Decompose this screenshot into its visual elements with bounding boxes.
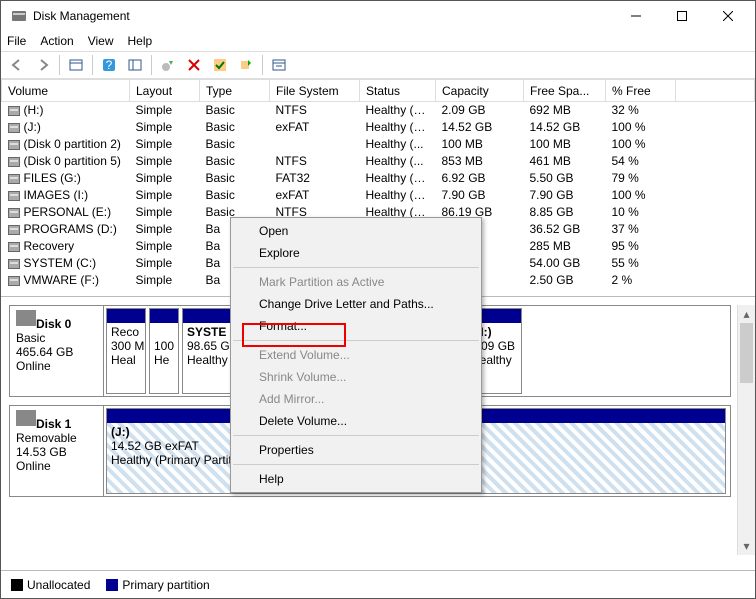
scrollbar[interactable]: ▴ ▾: [737, 305, 755, 555]
show-hide-button[interactable]: [64, 53, 88, 77]
check-button[interactable]: [208, 53, 232, 77]
menubar: File Action View Help: [1, 31, 755, 51]
table-row[interactable]: (Disk 0 partition 2)SimpleBasicHealthy (…: [2, 136, 755, 153]
partition[interactable]: Reco300 MHeal: [106, 308, 146, 394]
menu-item-shrink-volume: Shrink Volume...: [231, 366, 481, 388]
menu-item-extend-volume: Extend Volume...: [231, 344, 481, 366]
menu-item-format[interactable]: Format...: [231, 315, 481, 337]
legend-unallocated: Unallocated: [27, 578, 90, 592]
menu-item-help[interactable]: Help: [231, 468, 481, 490]
disk-label[interactable]: Disk 1Removable14.53 GBOnline: [10, 406, 104, 496]
volume-icon: [8, 191, 20, 201]
maximize-button[interactable]: [659, 1, 705, 31]
settings-button[interactable]: [123, 53, 147, 77]
volume-icon: [8, 140, 20, 150]
delete-button[interactable]: [182, 53, 206, 77]
menu-item-change-drive-letter-and-paths[interactable]: Change Drive Letter and Paths...: [231, 293, 481, 315]
help-button[interactable]: ?: [97, 53, 121, 77]
col-type[interactable]: Type: [200, 80, 270, 102]
volume-icon: [8, 208, 20, 218]
app-icon: [11, 8, 27, 24]
volume-icon: [8, 123, 20, 133]
volume-icon: [8, 225, 20, 235]
menu-file[interactable]: File: [7, 34, 26, 48]
menu-action[interactable]: Action: [40, 34, 73, 48]
scroll-up-icon[interactable]: ▴: [738, 305, 755, 323]
menu-separator: [233, 340, 479, 341]
col-volume[interactable]: Volume: [2, 80, 130, 102]
minimize-button[interactable]: [613, 1, 659, 31]
window-title: Disk Management: [33, 9, 613, 23]
disk-icon: [16, 310, 36, 326]
primary-swatch: [106, 579, 118, 591]
volume-icon: [8, 106, 20, 116]
legend-primary: Primary partition: [122, 578, 209, 592]
scroll-down-icon[interactable]: ▾: [738, 537, 755, 555]
volume-icon: [8, 242, 20, 252]
table-row[interactable]: (Disk 0 partition 5)SimpleBasicNTFSHealt…: [2, 153, 755, 170]
menu-separator: [233, 267, 479, 268]
col-pct[interactable]: % Free: [606, 80, 676, 102]
refresh-button[interactable]: [156, 53, 180, 77]
col-layout[interactable]: Layout: [130, 80, 200, 102]
table-row[interactable]: (J:)SimpleBasicexFATHealthy (P...14.52 G…: [2, 119, 755, 136]
col-capacity[interactable]: Capacity: [436, 80, 524, 102]
partition[interactable]: 100He: [149, 308, 179, 394]
column-headers[interactable]: Volume Layout Type File System Status Ca…: [2, 80, 755, 102]
menu-item-explore[interactable]: Explore: [231, 242, 481, 264]
volume-icon: [8, 259, 20, 269]
legend: Unallocated Primary partition: [1, 570, 755, 598]
menu-view[interactable]: View: [88, 34, 114, 48]
toolbar: ?: [1, 51, 755, 79]
disk-icon: [16, 410, 36, 426]
menu-item-mark-partition-as-active: Mark Partition as Active: [231, 271, 481, 293]
col-status[interactable]: Status: [360, 80, 436, 102]
col-fs[interactable]: File System: [270, 80, 360, 102]
table-row[interactable]: FILES (G:)SimpleBasicFAT32Healthy (P...6…: [2, 170, 755, 187]
disk-label[interactable]: Disk 0Basic465.64 GBOnline: [10, 306, 104, 396]
table-row[interactable]: IMAGES (I:)SimpleBasicexFATHealthy (P...…: [2, 187, 755, 204]
context-menu: OpenExplore Mark Partition as ActiveChang…: [230, 217, 482, 493]
menu-item-open[interactable]: Open: [231, 220, 481, 242]
volume-icon: [8, 174, 20, 184]
menu-item-add-mirror: Add Mirror...: [231, 388, 481, 410]
back-button[interactable]: [5, 53, 29, 77]
menu-item-delete-volume[interactable]: Delete Volume...: [231, 410, 481, 432]
rescan-button[interactable]: [234, 53, 258, 77]
menu-item-properties[interactable]: Properties: [231, 439, 481, 461]
titlebar: Disk Management: [1, 1, 755, 31]
col-free[interactable]: Free Spa...: [524, 80, 606, 102]
forward-button[interactable]: [31, 53, 55, 77]
scroll-thumb[interactable]: [740, 323, 753, 383]
unallocated-swatch: [11, 579, 23, 591]
volume-icon: [8, 276, 20, 286]
close-button[interactable]: [705, 1, 751, 31]
table-row[interactable]: (H:)SimpleBasicNTFSHealthy (P...2.09 GB6…: [2, 102, 755, 119]
svg-text:?: ?: [106, 58, 113, 72]
volume-icon: [8, 157, 20, 167]
menu-separator: [233, 435, 479, 436]
properties-button[interactable]: [267, 53, 291, 77]
menu-help[interactable]: Help: [128, 34, 153, 48]
menu-separator: [233, 464, 479, 465]
